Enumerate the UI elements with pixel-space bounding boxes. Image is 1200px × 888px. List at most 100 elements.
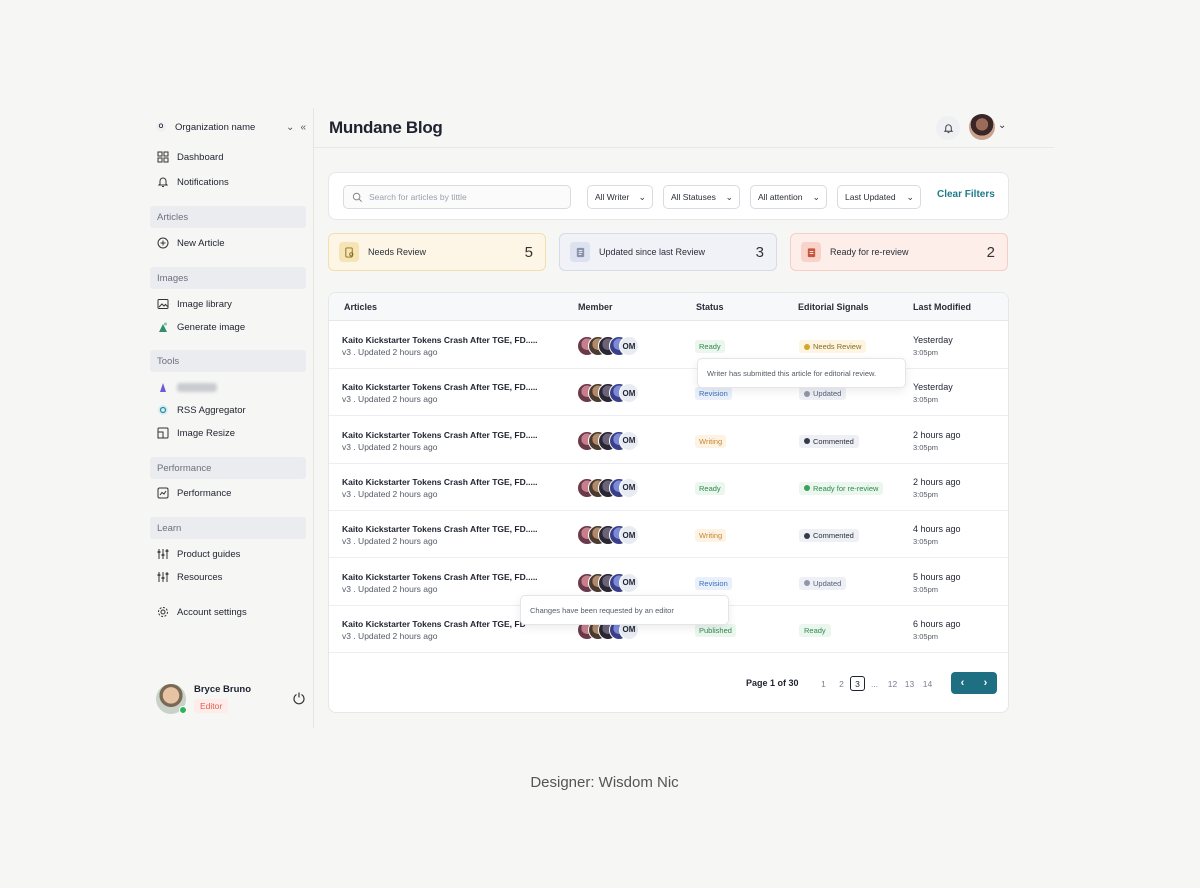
column-header-status[interactable]: Status <box>696 302 724 312</box>
status-filter-dropdown[interactable]: All Statuses ⌄ <box>663 185 740 209</box>
sidebar-item-rss-aggregator[interactable]: RSS Aggregator <box>156 401 306 419</box>
article-title[interactable]: Kaito Kickstarter Tokens Crash After TGE… <box>342 524 538 534</box>
article-title[interactable]: Kaito Kickstarter Tokens Crash After TGE… <box>342 477 538 487</box>
generate-image-icon <box>156 321 169 334</box>
page-number[interactable]: 13 <box>902 676 917 691</box>
column-header-articles[interactable]: Articles <box>344 302 377 312</box>
status-badge: Ready <box>695 340 725 353</box>
stat-card-updated[interactable]: Updated since last Review 3 <box>559 233 777 271</box>
sidebar-item-label: Resources <box>177 571 223 583</box>
column-header-member[interactable]: Member <box>578 302 613 312</box>
table-row[interactable]: Kaito Kickstarter Tokens Crash After TGE… <box>329 369 1008 417</box>
plus-circle-icon <box>156 237 169 250</box>
previous-page-button[interactable]: ‹ <box>951 672 974 694</box>
stat-label: Needs Review <box>368 247 427 257</box>
table-row[interactable]: Kaito Kickstarter Tokens Crash After TGE… <box>329 322 1008 369</box>
attention-filter-dropdown[interactable]: All attention ⌄ <box>750 185 827 209</box>
sidebar-item-label: Account settings <box>177 606 247 618</box>
collapse-sidebar-icon[interactable]: « <box>300 122 306 133</box>
app-frame: O Organization name ⌄ « Dashboard Notifi… <box>148 108 1054 728</box>
status-badge: Writing <box>695 529 727 543</box>
article-title[interactable]: Kaito Kickstarter Tokens Crash After TGE… <box>342 572 538 582</box>
notifications-button[interactable] <box>936 116 960 140</box>
clear-filters-button[interactable]: Clear Filters <box>937 189 995 200</box>
sidebar-item-performance[interactable]: Performance <box>156 484 306 502</box>
page-number[interactable]: 1 <box>816 676 831 691</box>
sidebar-item-label: Product guides <box>177 548 241 560</box>
sidebar-item-label: Notifications <box>177 176 229 188</box>
article-title[interactable]: Kaito Kickstarter Tokens Crash After TGE… <box>342 430 538 440</box>
sidebar-item-new-article[interactable]: New Article <box>156 234 306 252</box>
clipboard-icon <box>801 242 821 262</box>
image-icon <box>156 298 169 311</box>
sidebar-item-account-settings[interactable]: Account settings <box>156 603 306 621</box>
stat-value: 2 <box>986 243 995 261</box>
sidebar-item-notifications[interactable]: Notifications <box>156 173 306 191</box>
stat-card-ready-rereview[interactable]: Ready for re-review 2 <box>790 233 1008 271</box>
chevron-down-icon[interactable]: ⌄ <box>998 120 1006 131</box>
sidebar-item-label: Generate image <box>177 321 246 333</box>
section-header-tools: Tools <box>150 350 306 372</box>
sidebar-item-blurred-tool[interactable] <box>156 378 306 396</box>
editorial-signal-badge: Ready <box>799 623 831 637</box>
writer-filter-dropdown[interactable]: All Writer ⌄ <box>587 185 653 209</box>
filter-bar: Search for articles by tittle All Writer… <box>328 172 1009 220</box>
search-input[interactable]: Search for articles by tittle <box>343 185 571 209</box>
last-modified: Yesterday <box>913 335 953 345</box>
article-title[interactable]: Kaito Kickstarter Tokens Crash After TGE… <box>342 335 538 345</box>
section-header-articles: Articles <box>150 206 306 228</box>
sidebar-item-resources[interactable]: Resources <box>156 568 306 586</box>
table-row[interactable]: Kaito Kickstarter Tokens Crash After TGE… <box>329 511 1008 559</box>
chevron-down-icon[interactable]: ⌄ <box>286 122 294 133</box>
header-divider <box>314 147 1054 148</box>
signal-icon <box>804 485 810 492</box>
chevron-down-icon: ⌄ <box>906 191 914 202</box>
status-badge: Ready <box>695 481 725 495</box>
sort-dropdown[interactable]: Last Updated ⌄ <box>837 185 921 209</box>
page-number[interactable]: 3 <box>850 676 865 691</box>
sidebar-item-label: Performance <box>177 487 232 499</box>
article-meta: v3 . Updated 2 hours ago <box>342 583 438 594</box>
signal-label: Updated <box>813 578 842 588</box>
article-meta: v3 . Updated 2 hours ago <box>342 441 438 452</box>
sidebar-item-generate-image[interactable]: Generate image <box>156 318 306 336</box>
section-header-performance: Performance <box>150 457 306 479</box>
signal-label: Commented <box>813 531 854 541</box>
editorial-signal-badge: Updated <box>799 387 847 401</box>
status-badge: Revision <box>695 576 732 590</box>
article-title[interactable]: Kaito Kickstarter Tokens Crash After TGE… <box>342 619 526 629</box>
last-modified: 5 hours ago <box>913 571 961 582</box>
status-badge: Published <box>695 623 736 637</box>
table-row[interactable]: Kaito Kickstarter Tokens Crash After TGE… <box>329 464 1008 511</box>
page-number[interactable]: 14 <box>920 676 935 691</box>
search-placeholder: Search for articles by tittle <box>369 192 467 202</box>
user-profile[interactable]: Bryce Bruno Editor <box>156 682 306 716</box>
dropdown-value: Last Updated <box>845 192 896 202</box>
sidebar-item-label: Dashboard <box>177 151 224 163</box>
sidebar-item-image-library[interactable]: Image library <box>156 295 306 313</box>
table-row[interactable]: Kaito Kickstarter Tokens Crash After TGE… <box>329 417 1008 464</box>
power-icon[interactable] <box>292 691 306 705</box>
editorial-signal-badge: Needs Review <box>799 340 867 353</box>
sidebar-item-dashboard[interactable]: Dashboard <box>156 148 306 166</box>
search-icon <box>352 192 362 202</box>
sidebar: O Organization name ⌄ « Dashboard Notifi… <box>148 108 314 728</box>
column-header-last-modified[interactable]: Last Modified <box>913 302 971 312</box>
stat-value: 3 <box>755 243 764 261</box>
profile-avatar[interactable] <box>969 114 995 140</box>
article-meta: v3 . Updated 2 hours ago <box>342 394 438 405</box>
next-page-button[interactable]: › <box>974 672 997 694</box>
sidebar-item-product-guides[interactable]: Product guides <box>156 545 306 563</box>
designer-credit: Designer: Wisdom Nic <box>530 774 679 791</box>
stat-card-needs-review[interactable]: Needs Review 5 <box>328 233 546 271</box>
blurred-label <box>177 382 217 392</box>
sidebar-item-image-resize[interactable]: Image Resize <box>156 424 306 442</box>
last-modified-time: 3:05pm <box>913 584 939 594</box>
org-switcher[interactable]: O Organization name ⌄ « <box>156 118 306 136</box>
member-initials-avatar: OM <box>619 430 639 451</box>
column-header-editorial-signals[interactable]: Editorial Signals <box>798 302 869 312</box>
article-title[interactable]: Kaito Kickstarter Tokens Crash After TGE… <box>342 382 538 392</box>
page-number[interactable]: 12 <box>885 676 900 691</box>
member-initials-avatar: OM <box>619 477 639 498</box>
page-number[interactable]: 2 <box>834 676 849 691</box>
